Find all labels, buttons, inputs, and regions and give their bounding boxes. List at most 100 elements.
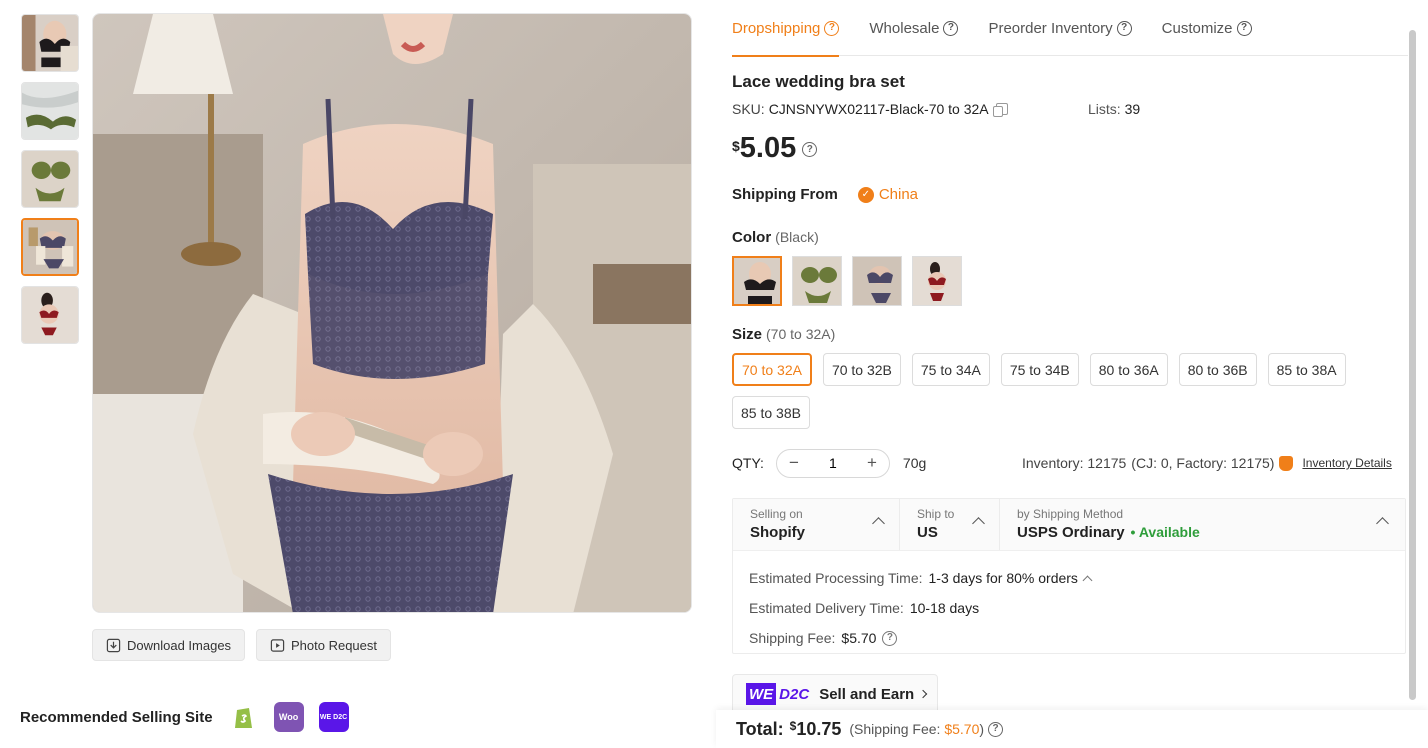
quantity-input[interactable] (812, 455, 853, 471)
thumbnail-4[interactable] (21, 218, 79, 276)
woocommerce-text: Woo (278, 712, 299, 722)
tab-wholesale[interactable]: Wholesale? (869, 0, 959, 56)
help-icon[interactable]: ? (802, 142, 818, 157)
tab-label: Preorder Inventory (988, 19, 1113, 37)
color-selected: (Black) (775, 229, 819, 245)
shipping-method-select[interactable]: by Shipping Method USPS Ordinary • Availa… (1000, 499, 1405, 550)
size-option[interactable]: 80 to 36B (1178, 353, 1257, 386)
size-option[interactable]: 75 to 34B (1000, 353, 1079, 386)
thumbnail-3[interactable] (21, 150, 79, 208)
download-images-button[interactable]: Download Images (92, 629, 246, 661)
ship-to-select[interactable]: Ship to US (900, 499, 1000, 550)
weight: 70g (902, 455, 927, 471)
wed2c-icon[interactable]: WE D2C (318, 702, 349, 732)
color-label: Color (732, 229, 772, 246)
thumbnail-5[interactable] (21, 286, 79, 344)
shipping-fee-row: Shipping Fee: $5.70 ? (749, 623, 1405, 653)
total-bar: Total: $10.75 (Shipping Fee: $5.70) ? (716, 710, 1428, 748)
product-title: Lace wedding bra set (732, 72, 905, 91)
wed2c-text: WE D2C (319, 713, 348, 721)
product-photo (93, 14, 691, 612)
scrollbar[interactable] (1409, 30, 1416, 700)
shipping-method-value: USPS Ordinary • Available (1017, 524, 1405, 541)
help-icon[interactable]: ? (882, 630, 898, 646)
ship-to-label: Ship to (917, 507, 955, 521)
shield-icon (1279, 455, 1294, 471)
shopify-icon[interactable] (228, 702, 259, 732)
recommended-title: Recommended Selling Site (20, 708, 213, 726)
shipping-selectors: Selling on Shopify Ship to US by Shippin… (733, 499, 1405, 551)
processing-time-row: Estimated Processing Time: 1-3 days for … (749, 563, 1405, 593)
increment-button[interactable]: + (865, 453, 879, 473)
recommended-selling-site: Recommended Selling Site Woo WE D2C (20, 700, 364, 734)
help-icon[interactable]: ? (1236, 20, 1252, 36)
main-product-image[interactable] (92, 13, 692, 613)
size-option[interactable]: 85 to 38B (732, 396, 810, 429)
shipping-details: Estimated Processing Time: 1-3 days for … (733, 551, 1405, 653)
color-swatch-blue[interactable] (852, 256, 902, 306)
thumbnail-image (22, 83, 78, 139)
tab-label: Customize (1161, 19, 1233, 37)
copy-icon[interactable] (992, 103, 1008, 117)
shipping-from-country[interactable]: China (879, 186, 918, 203)
shipping-method-name: USPS Ordinary (1017, 524, 1125, 541)
delivery-time-row: Estimated Delivery Time: 10-18 days (749, 593, 1405, 623)
sell-and-earn-label: Sell and Earn (819, 685, 915, 703)
tab-label: Wholesale (869, 19, 940, 37)
availability-status: • Available (1130, 524, 1200, 540)
color-label-row: Color (Black) (732, 229, 819, 246)
tab-label: Dropshipping (732, 19, 821, 37)
size-option[interactable]: 70 to 32A (732, 353, 812, 386)
size-label: Size (732, 326, 763, 343)
selling-on-select[interactable]: Selling on Shopify (733, 499, 900, 550)
total-fee-value: $5.70 (944, 721, 980, 737)
check-icon: ✓ (857, 186, 874, 203)
inventory-details-link[interactable]: Inventory Details (1302, 456, 1391, 470)
shipping-fee-value: $5.70 (841, 630, 877, 646)
woocommerce-icon[interactable]: Woo (273, 702, 304, 732)
help-icon[interactable]: ? (824, 20, 840, 36)
lists-count: Lists: 39 (1088, 101, 1140, 117)
color-swatch-black[interactable] (732, 256, 782, 306)
total-shipping-fee: (Shipping Fee: $5.70) (849, 721, 984, 737)
photo-request-button[interactable]: Photo Request (256, 629, 392, 661)
sku-value: CJNSNYWX02117-Black-70 to 32A (768, 101, 989, 117)
price: $ 5.05 ? (732, 132, 818, 165)
size-option[interactable]: 80 to 36A (1089, 353, 1168, 386)
product-detail-panel: Dropshipping? Wholesale? Preorder Invent… (732, 0, 1408, 748)
size-options: 70 to 32A 70 to 32B 75 to 34A 75 to 34B … (732, 353, 1408, 429)
color-swatches (732, 256, 962, 306)
price-value: 5.05 (739, 132, 797, 164)
shipping-fee-label: Shipping Fee: (749, 630, 836, 646)
chevron-up-icon[interactable] (1082, 575, 1093, 586)
thumbnail-1[interactable] (21, 14, 79, 72)
price-currency: $ (732, 138, 740, 154)
size-option[interactable]: 75 to 34A (911, 353, 990, 386)
tab-dropshipping[interactable]: Dropshipping? (732, 0, 840, 57)
decrement-button[interactable]: − (787, 453, 801, 473)
help-icon[interactable]: ? (943, 20, 959, 36)
size-option[interactable]: 70 to 32B (822, 353, 901, 386)
thumbnail-image (23, 220, 77, 274)
thumbnail-image (22, 151, 78, 207)
download-icon (106, 638, 121, 652)
wed2c-sell-and-earn-button[interactable]: WE D2C Sell and Earn (732, 674, 938, 714)
tab-bar: Dropshipping? Wholesale? Preorder Invent… (732, 0, 1408, 57)
lists-label: Lists: (1088, 101, 1121, 117)
wed2c-logo-text: D2C (779, 685, 810, 703)
shipping-from: Shipping From ✓ China (732, 186, 918, 203)
size-option[interactable]: 85 to 38A (1267, 353, 1346, 386)
help-icon[interactable]: ? (988, 721, 1004, 737)
inventory-breakdown: (CJ: 0, Factory: 12175) (1131, 455, 1275, 471)
inventory-total: Inventory: 12175 (1022, 455, 1127, 471)
help-icon[interactable]: ? (1116, 20, 1132, 36)
color-swatch-red[interactable] (912, 256, 962, 306)
tab-customize[interactable]: Customize? (1162, 0, 1252, 56)
tab-preorder-inventory[interactable]: Preorder Inventory? (988, 0, 1132, 56)
thumbnail-image (22, 15, 78, 71)
sku-label: SKU: (732, 101, 765, 117)
thumbnail-2[interactable] (21, 82, 79, 140)
chevron-right-icon (918, 689, 928, 699)
color-swatch-green[interactable] (792, 256, 842, 306)
shipping-method-label: by Shipping Method (1017, 507, 1124, 521)
